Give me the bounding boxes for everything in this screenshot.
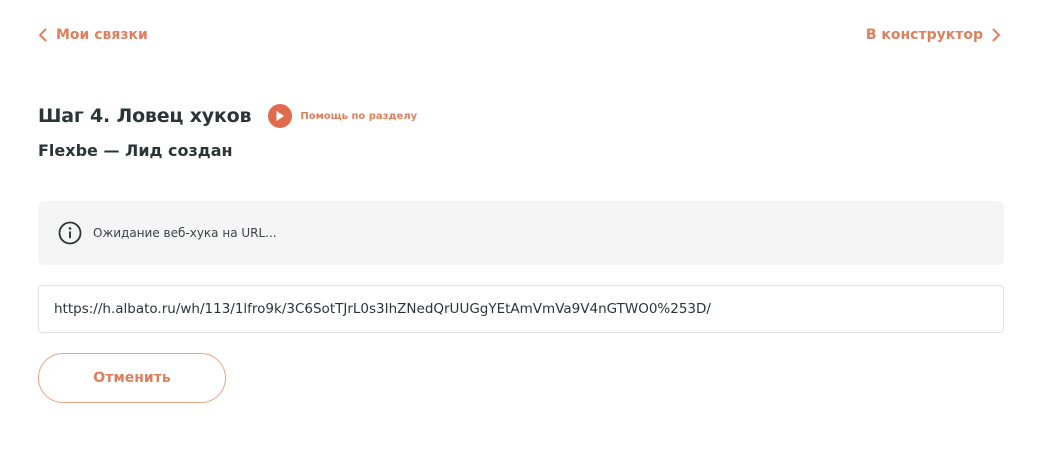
- chevron-right-icon: [991, 28, 1001, 42]
- webhook-url-field[interactable]: [38, 285, 1004, 333]
- step-header: Шаг 4. Ловец хуков Помощь по разделу: [38, 104, 417, 128]
- back-link-label: Мои связки: [56, 27, 148, 43]
- step-title: Шаг 4. Ловец хуков: [38, 105, 252, 127]
- chevron-left-icon: [38, 28, 48, 42]
- step-subtitle: Flexbe — Лид создан: [38, 141, 233, 160]
- cancel-button[interactable]: Отменить: [38, 353, 226, 403]
- section-help-label: Помощь по разделу: [300, 110, 418, 122]
- section-help-link[interactable]: Помощь по разделу: [268, 104, 417, 128]
- webhook-waiting-notice: Ожидание веб-хука на URL...: [38, 201, 1004, 265]
- forward-link-label: В конструктор: [865, 27, 983, 43]
- play-icon[interactable]: [268, 104, 293, 128]
- to-constructor-link[interactable]: В конструктор: [866, 27, 1001, 43]
- top-navigation: Мои связки В конструктор: [38, 24, 1001, 46]
- back-to-my-bundles-link[interactable]: Мои связки: [38, 27, 148, 43]
- waiting-message: Ожидание веб-хука на URL...: [93, 226, 277, 240]
- info-icon: [58, 221, 82, 245]
